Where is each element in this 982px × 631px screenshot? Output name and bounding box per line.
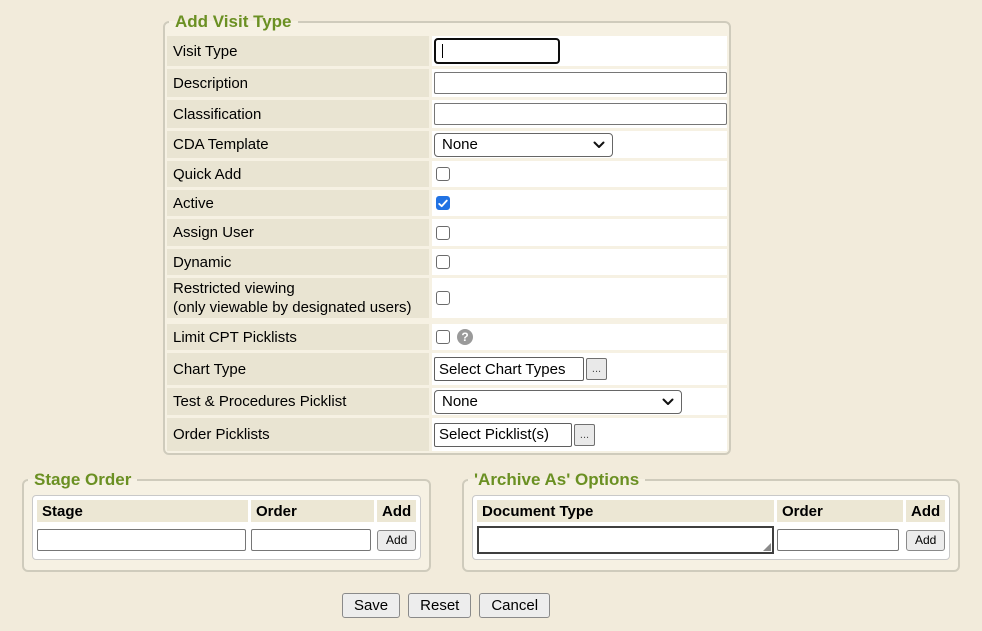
- order-picklists-browse-button[interactable]: ...: [574, 424, 595, 446]
- add-visit-type-fieldset: Add Visit Type Visit Type Description: [163, 12, 731, 455]
- order-picklists-label: Order Picklists: [167, 418, 429, 451]
- restricted-viewing-label: Restricted viewing (only viewable by des…: [167, 278, 429, 318]
- assign-user-label: Assign User: [167, 219, 429, 246]
- quick-add-checkbox[interactable]: [436, 167, 450, 181]
- classification-input[interactable]: [434, 103, 727, 125]
- reset-button[interactable]: Reset: [408, 593, 471, 618]
- order-column-header: Order: [251, 500, 374, 522]
- description-row: Description: [167, 69, 727, 97]
- active-checkbox[interactable]: [436, 196, 450, 210]
- add-visit-type-legend: Add Visit Type: [169, 12, 298, 32]
- limit-cpt-picklists-checkbox[interactable]: [436, 330, 450, 344]
- stage-order-panel: Stage Order Add Add: [32, 495, 421, 560]
- chevron-down-icon: [593, 141, 605, 149]
- stage-column-header: Stage: [37, 500, 248, 522]
- save-button[interactable]: Save: [342, 593, 400, 618]
- chevron-down-icon: [662, 398, 674, 406]
- document-type-input[interactable]: [477, 526, 774, 554]
- classification-label: Classification: [167, 100, 429, 128]
- archive-add-button[interactable]: Add: [906, 530, 945, 551]
- cda-template-selected-value: None: [442, 136, 478, 153]
- stage-input[interactable]: [37, 529, 246, 551]
- page: Add Visit Type Visit Type Description: [0, 0, 982, 631]
- document-type-column-header: Document Type: [477, 500, 774, 522]
- archive-as-options-fieldset: 'Archive As' Options Document Type Order…: [462, 470, 960, 572]
- quick-add-row: Quick Add: [167, 161, 727, 187]
- classification-row: Classification: [167, 100, 727, 128]
- chart-type-input[interactable]: [434, 357, 584, 381]
- archive-as-panel: Document Type Order Add Add: [472, 495, 950, 560]
- limit-cpt-picklists-row: Limit CPT Picklists ?: [167, 324, 727, 350]
- assign-user-checkbox[interactable]: [436, 226, 450, 240]
- archive-order-input[interactable]: [777, 529, 899, 551]
- stage-order-legend: Stage Order: [28, 470, 137, 490]
- action-button-row: Save Reset Cancel: [163, 593, 729, 618]
- visit-type-input[interactable]: [434, 38, 560, 64]
- dynamic-checkbox[interactable]: [436, 255, 450, 269]
- cda-template-select[interactable]: None: [434, 133, 613, 157]
- order-picklists-row: Order Picklists ...: [167, 418, 727, 451]
- cda-template-row: CDA Template None: [167, 131, 727, 158]
- stage-order-table: Stage Order Add Add: [37, 500, 416, 555]
- question-mark-help-icon[interactable]: ?: [457, 329, 473, 345]
- stage-add-button[interactable]: Add: [377, 530, 416, 551]
- cancel-button[interactable]: Cancel: [479, 593, 550, 618]
- description-input[interactable]: [434, 72, 727, 94]
- stage-order-input[interactable]: [251, 529, 371, 551]
- test-procedures-picklist-row: Test & Procedures Picklist None: [167, 388, 727, 415]
- chart-type-browse-button[interactable]: ...: [586, 358, 607, 380]
- visit-type-label: Visit Type: [167, 36, 429, 66]
- resize-grip-icon[interactable]: [763, 543, 771, 551]
- dynamic-row: Dynamic: [167, 249, 727, 275]
- cda-template-label: CDA Template: [167, 131, 429, 158]
- active-row: Active: [167, 190, 727, 216]
- chart-type-label: Chart Type: [167, 353, 429, 385]
- dynamic-label: Dynamic: [167, 249, 429, 275]
- add-column-header: Add: [377, 500, 416, 522]
- visit-type-row: Visit Type: [167, 36, 727, 66]
- restricted-viewing-checkbox[interactable]: [436, 291, 450, 305]
- stage-order-fieldset: Stage Order Stage Order Add Add: [22, 470, 431, 572]
- test-procedures-picklist-label: Test & Procedures Picklist: [167, 388, 429, 415]
- assign-user-row: Assign User: [167, 219, 727, 246]
- test-procedures-selected-value: None: [442, 393, 478, 410]
- archive-as-options-legend: 'Archive As' Options: [468, 470, 645, 490]
- chart-type-row: Chart Type ...: [167, 353, 727, 385]
- description-label: Description: [167, 69, 429, 97]
- quick-add-label: Quick Add: [167, 161, 429, 187]
- restricted-viewing-row: Restricted viewing (only viewable by des…: [167, 278, 727, 318]
- limit-cpt-picklists-label: Limit CPT Picklists: [167, 324, 429, 350]
- add-visit-type-form: Visit Type Description Classification: [167, 36, 727, 451]
- order-column-header: Order: [777, 500, 903, 522]
- add-column-header: Add: [906, 500, 945, 522]
- order-picklists-input[interactable]: [434, 423, 572, 447]
- active-label: Active: [167, 190, 429, 216]
- archive-as-table: Document Type Order Add Add: [477, 500, 945, 555]
- test-procedures-picklist-select[interactable]: None: [434, 390, 682, 414]
- text-caret: [442, 44, 443, 58]
